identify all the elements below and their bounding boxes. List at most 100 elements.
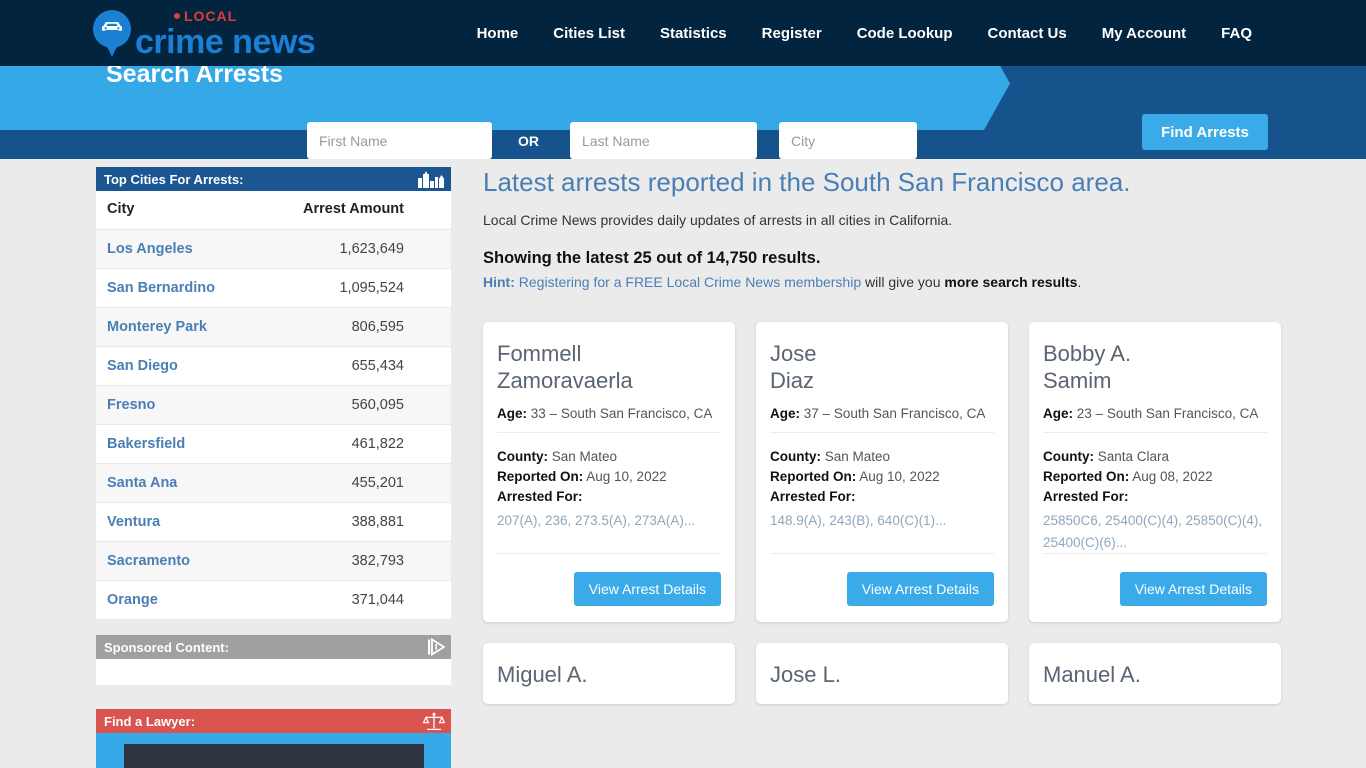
arrest-amount: 560,095 <box>255 385 451 425</box>
car-glyph <box>102 22 122 31</box>
arrest-amount: 382,793 <box>255 541 451 581</box>
arrestee-first-name: Bobby A. <box>1043 341 1132 366</box>
city-link[interactable]: Los Angeles <box>107 241 193 257</box>
table-row[interactable]: Ventura 388,881 <box>96 502 451 542</box>
arrest-card[interactable]: Miguel A. <box>483 643 735 705</box>
city-link[interactable]: Santa Ana <box>107 475 177 491</box>
table-row[interactable]: Fresno 560,095 <box>96 385 451 425</box>
arrest-details: County: San Mateo Reported On: Aug 10, 2… <box>497 433 721 532</box>
nav-item-cities-list[interactable]: Cities List <box>553 25 625 42</box>
reported-on-value: Aug 08, 2022 <box>1132 469 1213 485</box>
arrestee-last-name: Zamoravaerla <box>497 368 633 394</box>
arrestee-age-location: Age: 23 – South San Francisco, CA <box>1043 394 1267 434</box>
table-row[interactable]: Santa Ana 455,201 <box>96 463 451 503</box>
first-name-input[interactable] <box>307 122 492 159</box>
card-footer: View Arrest Details <box>497 553 721 607</box>
nav-item-my-account[interactable]: My Account <box>1102 25 1186 42</box>
table-row[interactable]: Los Angeles 1,623,649 <box>96 229 451 269</box>
arrested-for-label: Arrested For: <box>1043 489 1129 505</box>
arrestee-name: Manuel A. <box>1043 661 1267 688</box>
county-value: Santa Clara <box>1097 449 1170 465</box>
site-logo[interactable]: LOCAL crime news <box>93 0 316 66</box>
city-skyline-icon <box>418 170 445 188</box>
arrested-for-label: Arrested For: <box>770 489 856 505</box>
logo-local-text: LOCAL <box>184 8 238 24</box>
logo-main-text: crime news <box>135 23 316 61</box>
card-footer: View Arrest Details <box>1043 553 1267 607</box>
city-link[interactable]: Fresno <box>107 397 155 413</box>
arrest-card[interactable]: Bobby A. Samim Age: 23 – South San Franc… <box>1029 322 1281 623</box>
nav-item-register[interactable]: Register <box>762 25 822 42</box>
table-row[interactable]: Orange 371,044 <box>96 580 451 620</box>
view-arrest-details-button[interactable]: View Arrest Details <box>1119 572 1267 607</box>
city-link[interactable]: Bakersfield <box>107 436 185 452</box>
arrestee-last-name: Samim <box>1043 368 1112 394</box>
register-link[interactable]: Registering for a FREE Local Crime News … <box>519 274 861 290</box>
nav-item-faq[interactable]: FAQ <box>1221 25 1252 42</box>
sponsored-content-body <box>96 659 451 685</box>
reported-on-value: Aug 10, 2022 <box>859 469 940 485</box>
county-label: County: <box>1043 449 1094 465</box>
nav-item-code-lookup[interactable]: Code Lookup <box>857 25 953 42</box>
arrest-details: County: San Mateo Reported On: Aug 10, 2… <box>770 433 994 532</box>
city-link[interactable]: Orange <box>107 592 158 608</box>
reported-on-label: Reported On: <box>770 469 857 485</box>
last-name-input[interactable] <box>570 122 757 159</box>
hint-bold-text: more search results <box>944 274 1078 290</box>
city-input[interactable] <box>779 122 917 159</box>
city-link[interactable]: San Bernardino <box>107 280 215 296</box>
arrest-card-grid: Fommell Zamoravaerla Age: 33 – South San… <box>483 322 1283 705</box>
arrest-amount: 455,201 <box>255 463 451 503</box>
top-cities-table: City Arrest Amount Los Angeles 1,623,649 … <box>96 191 451 620</box>
city-link[interactable]: Monterey Park <box>107 319 207 335</box>
arrestee-first-name: Manuel A. <box>1043 662 1141 688</box>
arrest-amount: 461,822 <box>255 424 451 464</box>
map-pin-car-icon <box>93 8 131 58</box>
view-arrest-details-button[interactable]: View Arrest Details <box>846 572 994 607</box>
column-header-arrest-amount: Arrest Amount <box>255 191 451 230</box>
sponsored-content-header: Sponsored Content: <box>96 635 451 659</box>
find-arrests-button[interactable]: Find Arrests <box>1142 114 1268 150</box>
main-content: Latest arrests reported in the South San… <box>483 167 1283 705</box>
top-header: LOCAL crime news Home Cities List Statis… <box>0 0 1366 66</box>
nav-item-home[interactable]: Home <box>477 25 519 42</box>
arrest-card[interactable]: Jose Diaz Age: 37 – South San Francisco,… <box>756 322 1008 623</box>
arrestee-name: Fommell Zamoravaerla <box>497 340 721 394</box>
handcuffs-photo <box>123 744 424 768</box>
city-link[interactable]: Sacramento <box>107 553 190 569</box>
arrestee-age-location: Age: 33 – South San Francisco, CA <box>497 394 721 434</box>
charges-value: 207(A), 236, 273.5(A), 273A(A)... <box>497 513 696 529</box>
table-row[interactable]: Sacramento 382,793 <box>96 541 451 581</box>
table-row[interactable]: Monterey Park 806,595 <box>96 307 451 347</box>
arrestee-last-name: Diaz <box>770 368 815 394</box>
nav-item-statistics[interactable]: Statistics <box>660 25 727 42</box>
arrest-amount: 388,881 <box>255 502 451 542</box>
scales-of-justice-icon <box>423 712 445 731</box>
arrestee-first-name: Jose <box>770 341 817 366</box>
arrestee-first-name: Jose L. <box>770 662 841 688</box>
table-row[interactable]: Bakersfield 461,822 <box>96 424 451 464</box>
find-a-lawyer-ad[interactable] <box>96 733 451 768</box>
county-label: County: <box>770 449 821 465</box>
registration-hint: Hint: Registering for a FREE Local Crime… <box>483 274 1283 290</box>
arrestee-name: Bobby A. Samim <box>1043 340 1267 394</box>
arrest-card[interactable]: Fommell Zamoravaerla Age: 33 – South San… <box>483 322 735 623</box>
city-link[interactable]: Ventura <box>107 514 160 530</box>
adchoices-icon[interactable] <box>427 638 445 656</box>
reported-on-label: Reported On: <box>1043 469 1130 485</box>
card-footer: View Arrest Details <box>770 553 994 607</box>
search-arrests-title: Search Arrests <box>106 66 283 88</box>
arrest-amount: 655,434 <box>255 346 451 386</box>
location-value: South San Francisco, CA <box>833 406 986 422</box>
nav-item-contact-us[interactable]: Contact Us <box>988 25 1067 42</box>
view-arrest-details-button[interactable]: View Arrest Details <box>573 572 721 607</box>
top-cities-title: Top Cities For Arrests: <box>104 171 244 187</box>
table-row[interactable]: San Bernardino 1,095,524 <box>96 268 451 308</box>
arrestee-first-name: Miguel A. <box>497 662 588 688</box>
arrest-card[interactable]: Manuel A. <box>1029 643 1281 705</box>
table-row[interactable]: San Diego 655,434 <box>96 346 451 386</box>
city-link[interactable]: San Diego <box>107 358 178 374</box>
arrest-card[interactable]: Jose L. <box>756 643 1008 705</box>
arrest-amount: 806,595 <box>255 307 451 347</box>
age-value: 33 <box>530 406 546 422</box>
